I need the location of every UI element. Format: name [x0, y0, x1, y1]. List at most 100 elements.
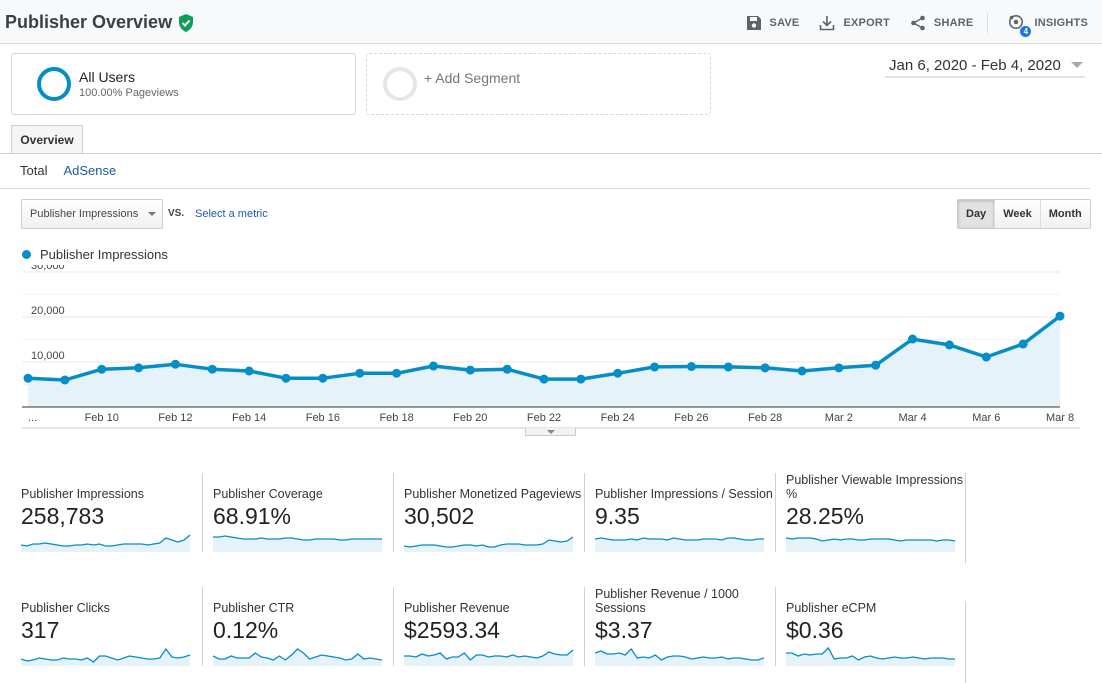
- segment-all-users[interactable]: All Users 100.00% Pageviews: [11, 53, 356, 115]
- insights-button[interactable]: 4 INSIGHTS: [1008, 14, 1088, 37]
- sparkline: [595, 647, 765, 666]
- insights-count-badge: 4: [1020, 26, 1032, 37]
- y-tick-label: 20,000: [31, 305, 65, 317]
- sparkline: [786, 646, 955, 666]
- period-week-button[interactable]: Week: [994, 200, 1040, 228]
- data-point: [134, 363, 144, 373]
- date-range-picker[interactable]: Jan 6, 2020 - Feb 4, 2020: [885, 54, 1085, 78]
- scorecard[interactable]: Publisher Revenue / 1000 Sessions $3.37: [584, 587, 775, 666]
- subtabs: Total AdSense: [20, 163, 116, 178]
- download-icon: [820, 16, 835, 31]
- x-tick-label: Feb 16: [306, 412, 340, 424]
- share-icon: [911, 15, 925, 31]
- x-tick-label: Mar 4: [899, 412, 927, 424]
- data-point: [944, 340, 954, 350]
- data-point: [871, 360, 881, 370]
- scorecard-value: 317: [21, 617, 60, 643]
- impressions-chart: 10,000 20,000 30,000... Feb 10 Feb 12 Feb 14 F…: [22, 265, 1080, 429]
- select-metric-link[interactable]: Select a metric: [195, 208, 268, 220]
- share-button[interactable]: SHARE: [910, 15, 974, 31]
- subtab-adsense[interactable]: AdSense: [63, 163, 116, 178]
- data-point: [170, 359, 180, 369]
- data-point: [392, 368, 402, 378]
- data-point: [834, 363, 844, 373]
- x-tick-label: Feb 22: [527, 412, 561, 424]
- add-segment-button[interactable]: + Add Segment: [366, 53, 711, 115]
- data-point: [97, 364, 107, 374]
- period-month-button[interactable]: Month: [1039, 200, 1090, 228]
- action-separator: [987, 13, 989, 33]
- x-tick-label: Mar 6: [972, 412, 1000, 424]
- data-point: [465, 365, 475, 375]
- sparkline: [404, 536, 574, 552]
- section-divider: [0, 188, 1090, 189]
- tab-overview[interactable]: Overview: [11, 125, 83, 154]
- card-divider: [965, 473, 966, 563]
- chart-expand-handle[interactable]: [525, 428, 576, 436]
- scorecard-value: 258,783: [21, 503, 105, 529]
- metric-dropdown[interactable]: Publisher Impressions: [21, 199, 163, 229]
- segment-name: All Users: [79, 69, 136, 85]
- verified-shield-icon: [179, 13, 194, 32]
- segment-ring-icon: [37, 67, 71, 101]
- data-point: [355, 368, 365, 378]
- x-tick-label: Feb 20: [453, 412, 487, 424]
- data-point: [318, 373, 328, 383]
- subtab-total[interactable]: Total: [20, 163, 47, 178]
- scorecard-label: Publisher Coverage: [213, 487, 323, 501]
- data-point: [502, 364, 512, 374]
- scorecard[interactable]: Publisher Coverage 68.91%: [202, 473, 393, 552]
- x-tick-label: Feb 26: [674, 412, 708, 424]
- sparkline: [21, 647, 191, 666]
- scorecard-label: Publisher Viewable Impressions %: [786, 473, 963, 501]
- scorecard[interactable]: Publisher Impressions 258,783: [11, 473, 202, 552]
- data-point: [908, 334, 918, 344]
- page-title: Publisher Overview: [5, 12, 194, 33]
- scorecard-value: $3.37: [595, 617, 653, 643]
- scorecard-label: Publisher Revenue / 1000 Sessions: [595, 587, 739, 615]
- x-tick-label: Feb 10: [85, 412, 119, 424]
- scorecard-label: Publisher Monetized Pageviews: [404, 487, 582, 501]
- scorecard-value: 9.35: [595, 503, 640, 529]
- insights-icon: 4: [1008, 14, 1032, 37]
- legend-label: Publisher Impressions: [40, 247, 168, 262]
- x-tick-label: Feb 14: [232, 412, 266, 424]
- save-button[interactable]: SAVE: [746, 15, 800, 31]
- scorecard[interactable]: Publisher Viewable Impressions % 28.25%: [775, 473, 966, 552]
- scorecard-value: 68.91%: [213, 503, 292, 529]
- scorecard[interactable]: Publisher Clicks 317: [11, 587, 202, 666]
- scorecard-label: Publisher Clicks: [21, 601, 110, 615]
- x-tick-label: Feb 12: [158, 412, 192, 424]
- save-icon: [746, 16, 761, 30]
- data-point: [723, 362, 733, 372]
- x-tick-label: Feb 18: [379, 412, 413, 424]
- sparkline: [595, 537, 764, 552]
- scorecard[interactable]: Publisher Impressions / Session 9.35: [584, 473, 775, 552]
- x-tick-label: Mar 2: [825, 412, 853, 424]
- scorecard-label: Publisher Revenue: [404, 601, 510, 615]
- y-tick-label: 10,000: [31, 350, 65, 362]
- scorecard-label: Publisher eCPM: [786, 601, 877, 615]
- scorecard[interactable]: Publisher Revenue $2593.34: [393, 587, 584, 666]
- scorecard-label: Publisher Impressions: [21, 487, 144, 501]
- scorecard[interactable]: Publisher Monetized Pageviews 30,502: [393, 473, 584, 552]
- scorecard[interactable]: Publisher CTR 0.12%: [202, 587, 393, 666]
- data-point: [1055, 311, 1065, 321]
- data-point: [428, 361, 438, 371]
- data-point: [244, 366, 254, 376]
- x-tick-label: Feb 28: [748, 412, 782, 424]
- data-point: [207, 364, 217, 374]
- data-point: [686, 362, 696, 371]
- add-segment-label: + Add Segment: [424, 70, 521, 86]
- empty-segment-ring-icon: [383, 67, 417, 101]
- sparkline: [404, 649, 574, 666]
- x-tick-label: Feb 24: [601, 412, 635, 424]
- sparkline: [21, 534, 191, 552]
- data-point: [539, 374, 549, 384]
- y-tick-label: 30,000: [31, 265, 65, 272]
- period-toggle: Day Week Month: [957, 199, 1091, 229]
- period-day-button[interactable]: Day: [958, 200, 995, 228]
- data-point: [613, 368, 623, 378]
- scorecard[interactable]: Publisher eCPM $0.36: [775, 587, 966, 666]
- export-button[interactable]: EXPORT: [819, 15, 890, 31]
